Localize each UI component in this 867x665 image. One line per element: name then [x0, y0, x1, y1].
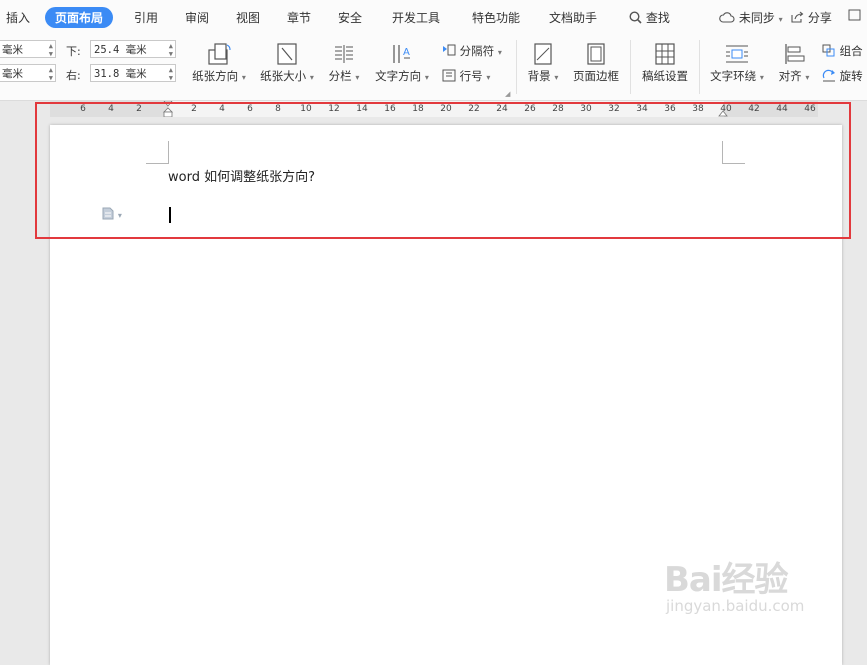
watermark-url: jingyan.baidu.com [666, 597, 805, 615]
chevron-down-icon: ▾ [778, 15, 783, 24]
grid-paper-icon [655, 43, 675, 65]
highlight-frame [35, 102, 851, 239]
tab-review[interactable]: 审阅 [185, 9, 209, 26]
tab-chapter[interactable]: 章节 [287, 9, 311, 26]
align-label: 对齐 [778, 69, 802, 83]
tab-insert[interactable]: 插入 [6, 9, 30, 26]
section-break-label: 分隔符 [459, 44, 495, 58]
margin-right-label: 右: [66, 69, 81, 82]
divider [516, 40, 517, 94]
draft-paper-button[interactable]: 稿纸设置 [638, 42, 692, 84]
wrap-text-label: 文字环绕 [710, 69, 757, 83]
cloud-icon [719, 12, 735, 23]
margin-unit: 毫米 [2, 44, 23, 56]
spinner-icon[interactable]: ▲ ▼ [49, 66, 53, 82]
margin-top-input[interactable]: 毫米 ▲ ▼ [0, 40, 56, 58]
share-icon [791, 11, 804, 23]
tab-security[interactable]: 安全 [338, 9, 362, 26]
chevron-down-icon: ▾ [355, 73, 360, 82]
spinner-icon[interactable]: ▲ ▼ [169, 66, 173, 82]
line-number-icon [442, 69, 456, 82]
align-button[interactable]: 对齐 ▾ [774, 42, 814, 84]
page-border-button[interactable]: 页面边框 [569, 42, 623, 84]
group-label: 组合 [839, 44, 863, 58]
line-number-button[interactable]: 行号 ▾ [442, 68, 490, 84]
sync-label: 未同步 [738, 11, 775, 25]
paper-size-label: 纸张大小 [260, 69, 307, 83]
paper-size-icon [277, 43, 297, 65]
group-icon [822, 44, 835, 57]
spinner-icon[interactable]: ▲ ▼ [49, 42, 53, 58]
columns-label: 分栏 [328, 69, 352, 83]
background-button[interactable]: 背景 ▾ [524, 42, 562, 84]
page-border-icon [587, 43, 605, 65]
spinner-icon[interactable]: ▲ ▼ [169, 42, 173, 58]
page-border-label: 页面边框 [573, 69, 619, 83]
text-direction-button[interactable]: A 文字方向 ▾ [372, 42, 432, 84]
section-break-icon [443, 44, 456, 56]
chevron-down-icon: ▾ [759, 73, 764, 82]
background-icon [534, 43, 552, 65]
margin-right-value: 31.8 毫米 [94, 68, 147, 80]
tab-features[interactable]: 特色功能 [472, 9, 520, 26]
share-label: 分享 [807, 11, 832, 25]
baidu-watermark: Bai经验 jingyan.baidu.com [664, 552, 804, 615]
draft-paper-label: 稿纸设置 [642, 69, 688, 83]
margin-bottom-label: 下: [66, 45, 81, 58]
menu-bar: 插入 页面布局 引用 审阅 视图 章节 安全 开发工具 特色功能 文档助手 查找… [0, 0, 867, 34]
section-break-button[interactable]: 分隔符 ▾ [442, 43, 502, 59]
tab-doc-assistant[interactable]: 文档助手 [549, 9, 597, 26]
chevron-down-icon: ▾ [241, 73, 246, 82]
tab-references[interactable]: 引用 [134, 9, 158, 26]
paper-size-button[interactable]: 纸张大小 ▾ [258, 42, 316, 84]
chevron-down-icon: ▾ [805, 73, 810, 82]
chevron-down-icon: ▾ [424, 73, 429, 82]
expand-corner-icon[interactable]: ◢ [505, 90, 510, 98]
search-button[interactable]: 查找 [629, 9, 670, 26]
share-button[interactable]: 分享 [791, 9, 832, 26]
paper-orientation-icon [208, 43, 231, 65]
columns-button[interactable]: 分栏 ▾ [325, 42, 363, 84]
chevron-down-icon: ▾ [486, 73, 491, 82]
align-icon [785, 44, 805, 64]
rotate-button[interactable]: 旋转 [822, 68, 863, 84]
sync-button[interactable]: 未同步 ▾ [719, 9, 783, 26]
chevron-down-icon: ▾ [554, 73, 559, 82]
background-label: 背景 [527, 69, 551, 83]
svg-text:A: A [403, 47, 410, 58]
columns-icon [335, 45, 353, 63]
chevron-down-icon: ▾ [309, 73, 314, 82]
tab-developer[interactable]: 开发工具 [392, 9, 440, 26]
search-icon [629, 11, 642, 24]
wrap-text-button[interactable]: 文字环绕 ▾ [706, 42, 768, 84]
divider [699, 40, 700, 94]
wrap-text-icon [726, 45, 748, 63]
search-label: 查找 [645, 11, 670, 25]
watermark-logo: Bai经验 [664, 560, 789, 600]
more-icon[interactable] [848, 9, 862, 24]
margin-bottom-value: 25.4 毫米 [94, 44, 147, 56]
orientation-label: 纸张方向 [192, 69, 239, 83]
chevron-down-icon: ▾ [497, 48, 502, 57]
group-button[interactable]: 组合 [822, 43, 863, 59]
tab-page-layout[interactable]: 页面布局 [45, 7, 114, 28]
orientation-button[interactable]: 纸张方向 ▾ [190, 42, 248, 84]
margin-left-input[interactable]: 毫米 ▲ ▼ [0, 64, 56, 82]
rotate-label: 旋转 [839, 69, 863, 83]
rotate-icon [822, 69, 835, 82]
text-direction-label: 文字方向 [375, 69, 422, 83]
text-direction-icon: A [393, 45, 410, 63]
divider [630, 40, 631, 94]
margin-bottom-input[interactable]: 25.4 毫米 ▲ ▼ [90, 40, 176, 58]
margin-right-input[interactable]: 31.8 毫米 ▲ ▼ [90, 64, 176, 82]
tab-view[interactable]: 视图 [236, 9, 260, 26]
ribbon-toolbar: 毫米 ▲ ▼ 毫米 ▲ ▼ 下: 25.4 毫米 ▲ ▼ 右: 31.8 毫米 ▲ ▼ … [0, 34, 867, 101]
margin-unit: 毫米 [2, 68, 23, 80]
line-number-label: 行号 [459, 69, 483, 83]
